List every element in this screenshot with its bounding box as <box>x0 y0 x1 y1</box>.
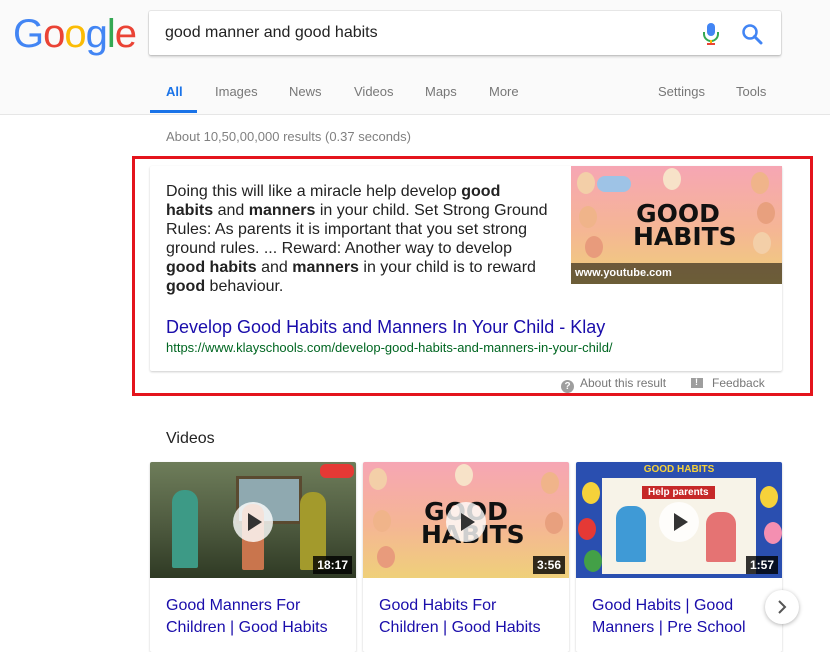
snippet-text-run: behaviour. <box>205 278 284 295</box>
cartoon-child-icon <box>597 176 631 192</box>
tab-tools[interactable]: Tools <box>736 84 766 99</box>
snippet-text-run: and <box>213 202 249 219</box>
tab-more[interactable]: More <box>489 84 519 99</box>
snippet-bold-text: good habits <box>166 259 257 276</box>
cartoon-child-icon <box>373 510 391 532</box>
video-thumbnail[interactable]: 18:17 <box>150 462 356 578</box>
thumbnail-caption: GOOD HABITS <box>643 464 715 475</box>
result-stats: About 10,50,00,000 results (0.37 seconds… <box>166 129 411 144</box>
cartoon-person-icon <box>616 506 646 562</box>
video-card[interactable]: GOOD HABITS Help parents 1:57 Good Habit… <box>576 462 782 652</box>
thumbnail-caption: GOOD HABITS <box>633 199 737 251</box>
logo-letter-g2: g <box>85 12 108 56</box>
logo-letter-e: e <box>114 12 137 56</box>
snippet-bold-text: good <box>166 278 206 295</box>
cartoon-child-icon <box>545 512 563 534</box>
tab-maps[interactable]: Maps <box>425 84 457 99</box>
channel-logo <box>320 464 354 478</box>
cartoon-child-icon <box>753 232 771 254</box>
cartoon-child-icon <box>377 546 395 568</box>
search-icon[interactable] <box>741 23 763 45</box>
about-this-result[interactable]: ? About this result <box>561 376 666 393</box>
featured-snippet: Doing this will like a miracle help deve… <box>150 166 782 371</box>
video-title[interactable]: Good Manners For Children | Good Habits <box>166 595 346 639</box>
result-url: https://www.klayschools.com/develop-good… <box>166 340 613 355</box>
cartoon-child-icon <box>369 468 387 490</box>
logo-letter-o2: o <box>64 12 86 56</box>
play-icon[interactable] <box>446 502 486 542</box>
google-logo[interactable]: Google <box>13 11 137 57</box>
video-title[interactable]: Good Habits For Children | Good Habits <box>379 595 559 639</box>
result-title-link[interactable]: Develop Good Habits and Manners In Your … <box>166 317 605 338</box>
question-icon: ? <box>561 380 574 393</box>
logo-letter-o1: o <box>43 12 65 56</box>
snippet-text-run: in your child is to reward <box>358 259 536 276</box>
cartoon-child-icon <box>585 236 603 258</box>
about-label: About this result <box>580 376 667 390</box>
snippet-text-run: and <box>256 259 293 276</box>
tab-all[interactable]: All <box>166 84 183 99</box>
play-icon[interactable] <box>233 502 273 542</box>
thumbnail-tag: Help parents <box>642 486 715 499</box>
snippet-text-run: Doing this will like a miracle help deve… <box>166 183 462 200</box>
cartoon-person-icon <box>706 512 736 562</box>
tab-videos[interactable]: Videos <box>354 84 394 99</box>
color-dot <box>760 486 778 508</box>
cartoon-child-icon <box>751 172 769 194</box>
active-tab-indicator <box>150 110 197 113</box>
play-icon[interactable] <box>659 502 699 542</box>
video-thumbnail[interactable]: GOOD HABITS Help parents 1:57 <box>576 462 782 578</box>
color-dot <box>584 550 602 572</box>
search-box <box>149 11 781 55</box>
cartoon-child-icon <box>541 472 559 494</box>
search-input[interactable] <box>165 11 685 55</box>
video-card[interactable]: GOOD HABITS 3:56 Good Habits For Childre… <box>363 462 569 652</box>
cartoon-child-icon <box>455 464 473 486</box>
thumbnail-source: www.youtube.com <box>571 263 782 284</box>
videos-heading: Videos <box>166 430 215 447</box>
header: Google All Images News Videos Maps More … <box>0 0 830 115</box>
video-duration: 18:17 <box>313 556 352 574</box>
cartoon-child-icon <box>577 172 595 194</box>
feedback-link[interactable]: Feedback <box>691 376 765 390</box>
cartoon-child-icon <box>757 202 775 224</box>
video-duration: 1:57 <box>745 556 778 574</box>
snippet-thumbnail[interactable]: GOOD HABITS www.youtube.com <box>571 166 782 284</box>
chevron-right-icon <box>778 600 787 614</box>
feedback-label: Feedback <box>712 376 765 390</box>
logo-letter-g1: G <box>13 12 44 56</box>
snippet-bold-text: manners <box>248 202 316 219</box>
color-dot <box>764 522 782 544</box>
video-thumbnail[interactable]: GOOD HABITS 3:56 <box>363 462 569 578</box>
cartoon-child-icon <box>663 168 681 190</box>
feedback-icon <box>691 377 703 388</box>
snippet-bold-text: manners <box>292 259 359 276</box>
color-dot <box>582 482 600 504</box>
microphone-icon[interactable] <box>701 23 721 45</box>
tab-settings[interactable]: Settings <box>658 84 705 99</box>
logo-letter-l: l <box>106 12 116 56</box>
cartoon-person-icon <box>172 490 198 568</box>
cartoon-child-icon <box>579 206 597 228</box>
color-dot <box>578 518 596 540</box>
tab-news[interactable]: News <box>289 84 322 99</box>
carousel-next-button[interactable] <box>765 590 799 624</box>
video-duration: 3:56 <box>532 556 565 574</box>
video-title[interactable]: Good Habits | Good Manners | Pre School <box>592 595 772 639</box>
video-card[interactable]: 18:17 Good Manners For Children | Good H… <box>150 462 356 652</box>
tab-images[interactable]: Images <box>215 84 258 99</box>
snippet-text: Doing this will like a miracle help deve… <box>166 182 550 296</box>
